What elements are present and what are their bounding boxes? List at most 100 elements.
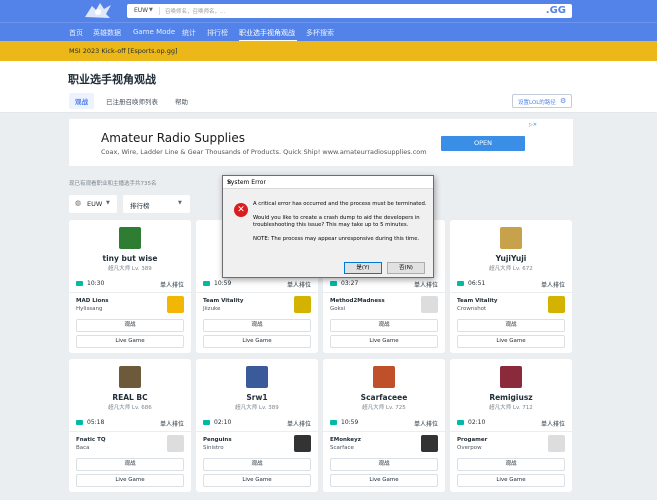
pro-player-card: Remigiusz 超凡大师 Lv. 712 02:10 单人排位 Progamer Ov…	[450, 359, 572, 492]
card-divider	[450, 431, 572, 432]
champion-avatar	[373, 366, 395, 388]
live-game-button[interactable]: Live Game	[76, 335, 184, 348]
champion-avatar	[119, 227, 141, 249]
spectate-button[interactable]: 观战	[203, 319, 311, 332]
team-logo-icon	[421, 296, 438, 313]
spectate-button[interactable]: 观战	[330, 458, 438, 471]
tab-help[interactable]: 帮助	[175, 96, 188, 106]
pro-player-name: Jiizuke	[203, 306, 221, 312]
queue-type: 单人排位	[286, 282, 311, 289]
video-camera-icon	[457, 281, 464, 286]
site-logo-icon[interactable]	[82, 1, 114, 20]
nav-item-home[interactable]: 首页	[69, 28, 83, 38]
team-name: Progamer	[457, 437, 488, 443]
summoner-rank: 超凡大师 Lv. 672	[489, 266, 533, 272]
ad-choices-icon[interactable]: ▷✕	[529, 122, 537, 128]
summoner-name[interactable]: Scarfaceee	[323, 393, 445, 402]
set-lol-path-button[interactable]: 设置LOL的路径 ⚙	[512, 94, 572, 108]
region-select[interactable]: EUW	[134, 7, 148, 14]
summoner-name[interactable]: tiny but wise	[69, 254, 191, 263]
video-camera-icon	[203, 420, 210, 425]
nav-item-leaderboard[interactable]: 排行榜	[207, 28, 228, 38]
ad-title[interactable]: Amateur Radio Supplies	[101, 131, 245, 145]
nav-item-game-mode[interactable]: Game Mode	[133, 28, 175, 36]
pro-player-name: Scarface	[330, 445, 354, 451]
spectate-button[interactable]: 观战	[457, 458, 565, 471]
team-logo-icon	[294, 296, 311, 313]
pro-player-name: Goksi	[330, 306, 346, 312]
game-time: 10:59	[341, 419, 359, 426]
pro-player-card: Scarfaceee 超凡大师 Lv. 725 10:59 单人排位 EMonkeyz S…	[323, 359, 445, 492]
queue-type: 单人排位	[540, 282, 565, 289]
card-divider	[69, 292, 191, 293]
spectate-button[interactable]: 观战	[457, 319, 565, 332]
live-game-button[interactable]: Live Game	[203, 335, 311, 348]
live-game-button[interactable]: Live Game	[457, 335, 565, 348]
pro-player-card: YujiYuji 超凡大师 Lv. 672 06:51 单人排位 Team Vitali…	[450, 220, 572, 353]
spectate-button[interactable]: 观战	[330, 319, 438, 332]
nav-item-champions[interactable]: 英雄数据	[93, 28, 121, 38]
team-name: Penguins	[203, 437, 232, 443]
yes-button[interactable]: 是(Y)	[344, 262, 382, 274]
team-name: Team Vitality	[457, 298, 498, 304]
ad-content[interactable]: Amateur Radio Supplies Coax, Wire, Ladde…	[96, 122, 548, 163]
tab-spectate[interactable]: 观战	[69, 93, 94, 109]
video-camera-icon	[330, 420, 337, 425]
live-game-button[interactable]: Live Game	[203, 474, 311, 487]
ad-description: Coax, Wire, Ladder Line & Gear Thousands…	[101, 148, 427, 156]
video-camera-icon	[76, 420, 83, 425]
card-divider	[323, 431, 445, 432]
live-game-button[interactable]: Live Game	[330, 474, 438, 487]
pro-player-name: Crownshot	[457, 306, 487, 312]
announcement-banner[interactable]: MSI 2023 Kick-off [Esports.op.gg]	[0, 41, 657, 61]
nav-item-multi-search[interactable]: 多杯搜索	[306, 28, 334, 38]
close-icon[interactable]: ✕	[227, 179, 429, 186]
summoner-name[interactable]: REAL BC	[69, 393, 191, 402]
team-name: Fnatic TQ	[76, 437, 106, 443]
tab-registered-summoners[interactable]: 已注册召唤师列表	[106, 96, 158, 106]
ad-open-button[interactable]: OPEN	[441, 136, 525, 151]
pro-player-name: Sinistro	[203, 445, 224, 451]
nav-item-stats[interactable]: 统计	[182, 28, 196, 38]
spectate-button[interactable]: 观战	[203, 458, 311, 471]
search-input[interactable]: 召唤师名，召唤师名，...	[165, 7, 225, 15]
game-time: 10:30	[87, 280, 105, 287]
region-filter-label: EUW	[87, 200, 103, 208]
advertisement: Amateur Radio Supplies Coax, Wire, Ladde…	[69, 119, 573, 166]
sort-filter[interactable]: 排行榜 ▼	[123, 195, 190, 213]
summoner-rank: 超凡大师 Lv. 389	[235, 405, 279, 411]
summoner-name[interactable]: YujiYuji	[450, 254, 572, 263]
game-time: 05:18	[87, 419, 105, 426]
no-button[interactable]: 否(N)	[387, 262, 425, 274]
search-submit-button[interactable]: .GG	[546, 5, 566, 16]
banner-text[interactable]: MSI 2023 Kick-off [Esports.op.gg]	[69, 47, 177, 55]
live-game-button[interactable]: Live Game	[76, 474, 184, 487]
settings-button-label: 设置LOL的路径	[518, 100, 556, 106]
main-nav: 首页 英雄数据 Game Mode 统计 排行榜 职业选手视角观战 多杯搜索	[0, 22, 657, 42]
card-divider	[450, 292, 572, 293]
spectate-button[interactable]: 观战	[76, 458, 184, 471]
live-game-button[interactable]: Live Game	[330, 335, 438, 348]
team-logo-icon	[548, 296, 565, 313]
video-camera-icon	[203, 281, 210, 286]
spectate-button[interactable]: 观战	[76, 319, 184, 332]
chevron-down-icon[interactable]: ▼	[149, 7, 153, 13]
region-filter[interactable]: ◍ EUW ▼	[69, 195, 117, 213]
summoner-name[interactable]: Remigiusz	[450, 393, 572, 402]
page-header: 职业选手视角观战 观战 已注册召唤师列表 帮助 设置LOL的路径 ⚙	[0, 61, 657, 113]
summoner-rank: 超凡大师 Lv. 686	[108, 405, 152, 411]
card-divider	[196, 292, 318, 293]
live-game-button[interactable]: Live Game	[457, 474, 565, 487]
queue-type: 单人排位	[286, 421, 311, 428]
error-icon: ✕	[234, 203, 248, 217]
champion-avatar	[119, 366, 141, 388]
dialog-title-bar[interactable]: System Error ✕	[223, 176, 433, 189]
game-time: 02:10	[468, 419, 486, 426]
search-bar[interactable]: EUW ▼ 召唤师名，召唤师名，... .GG	[127, 4, 572, 18]
video-camera-icon	[457, 420, 464, 425]
team-name: MAD Lions	[76, 298, 109, 304]
nav-item-pro-spectate[interactable]: 职业选手视角观战	[239, 28, 295, 38]
top-bar: EUW ▼ 召唤师名，召唤师名，... .GG	[0, 0, 657, 22]
summoner-name[interactable]: Srw1	[196, 393, 318, 402]
pro-player-card: Srw1 超凡大师 Lv. 389 02:10 单人排位 Penguins Sinistr…	[196, 359, 318, 492]
